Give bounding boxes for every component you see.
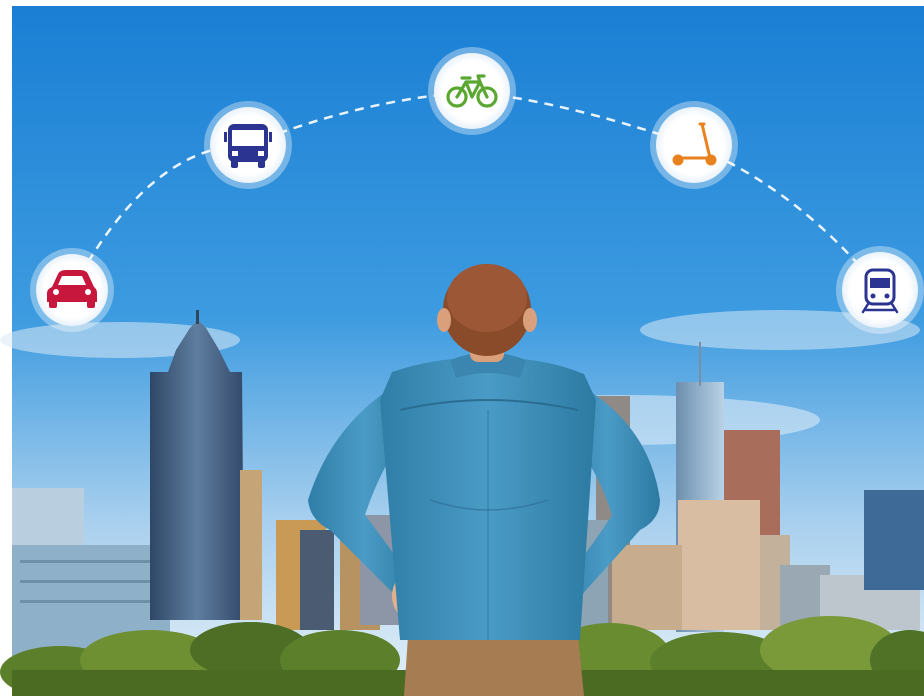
pants [404, 636, 584, 696]
bus-icon [224, 124, 272, 168]
bus-icon-badge [204, 101, 292, 189]
kick-scooter-icon-badge [650, 101, 738, 189]
bicycle-icon-badge [428, 47, 516, 135]
car-icon-badge [30, 248, 114, 332]
mobility-scene [0, 6, 924, 696]
train-icon-badge [836, 246, 924, 334]
